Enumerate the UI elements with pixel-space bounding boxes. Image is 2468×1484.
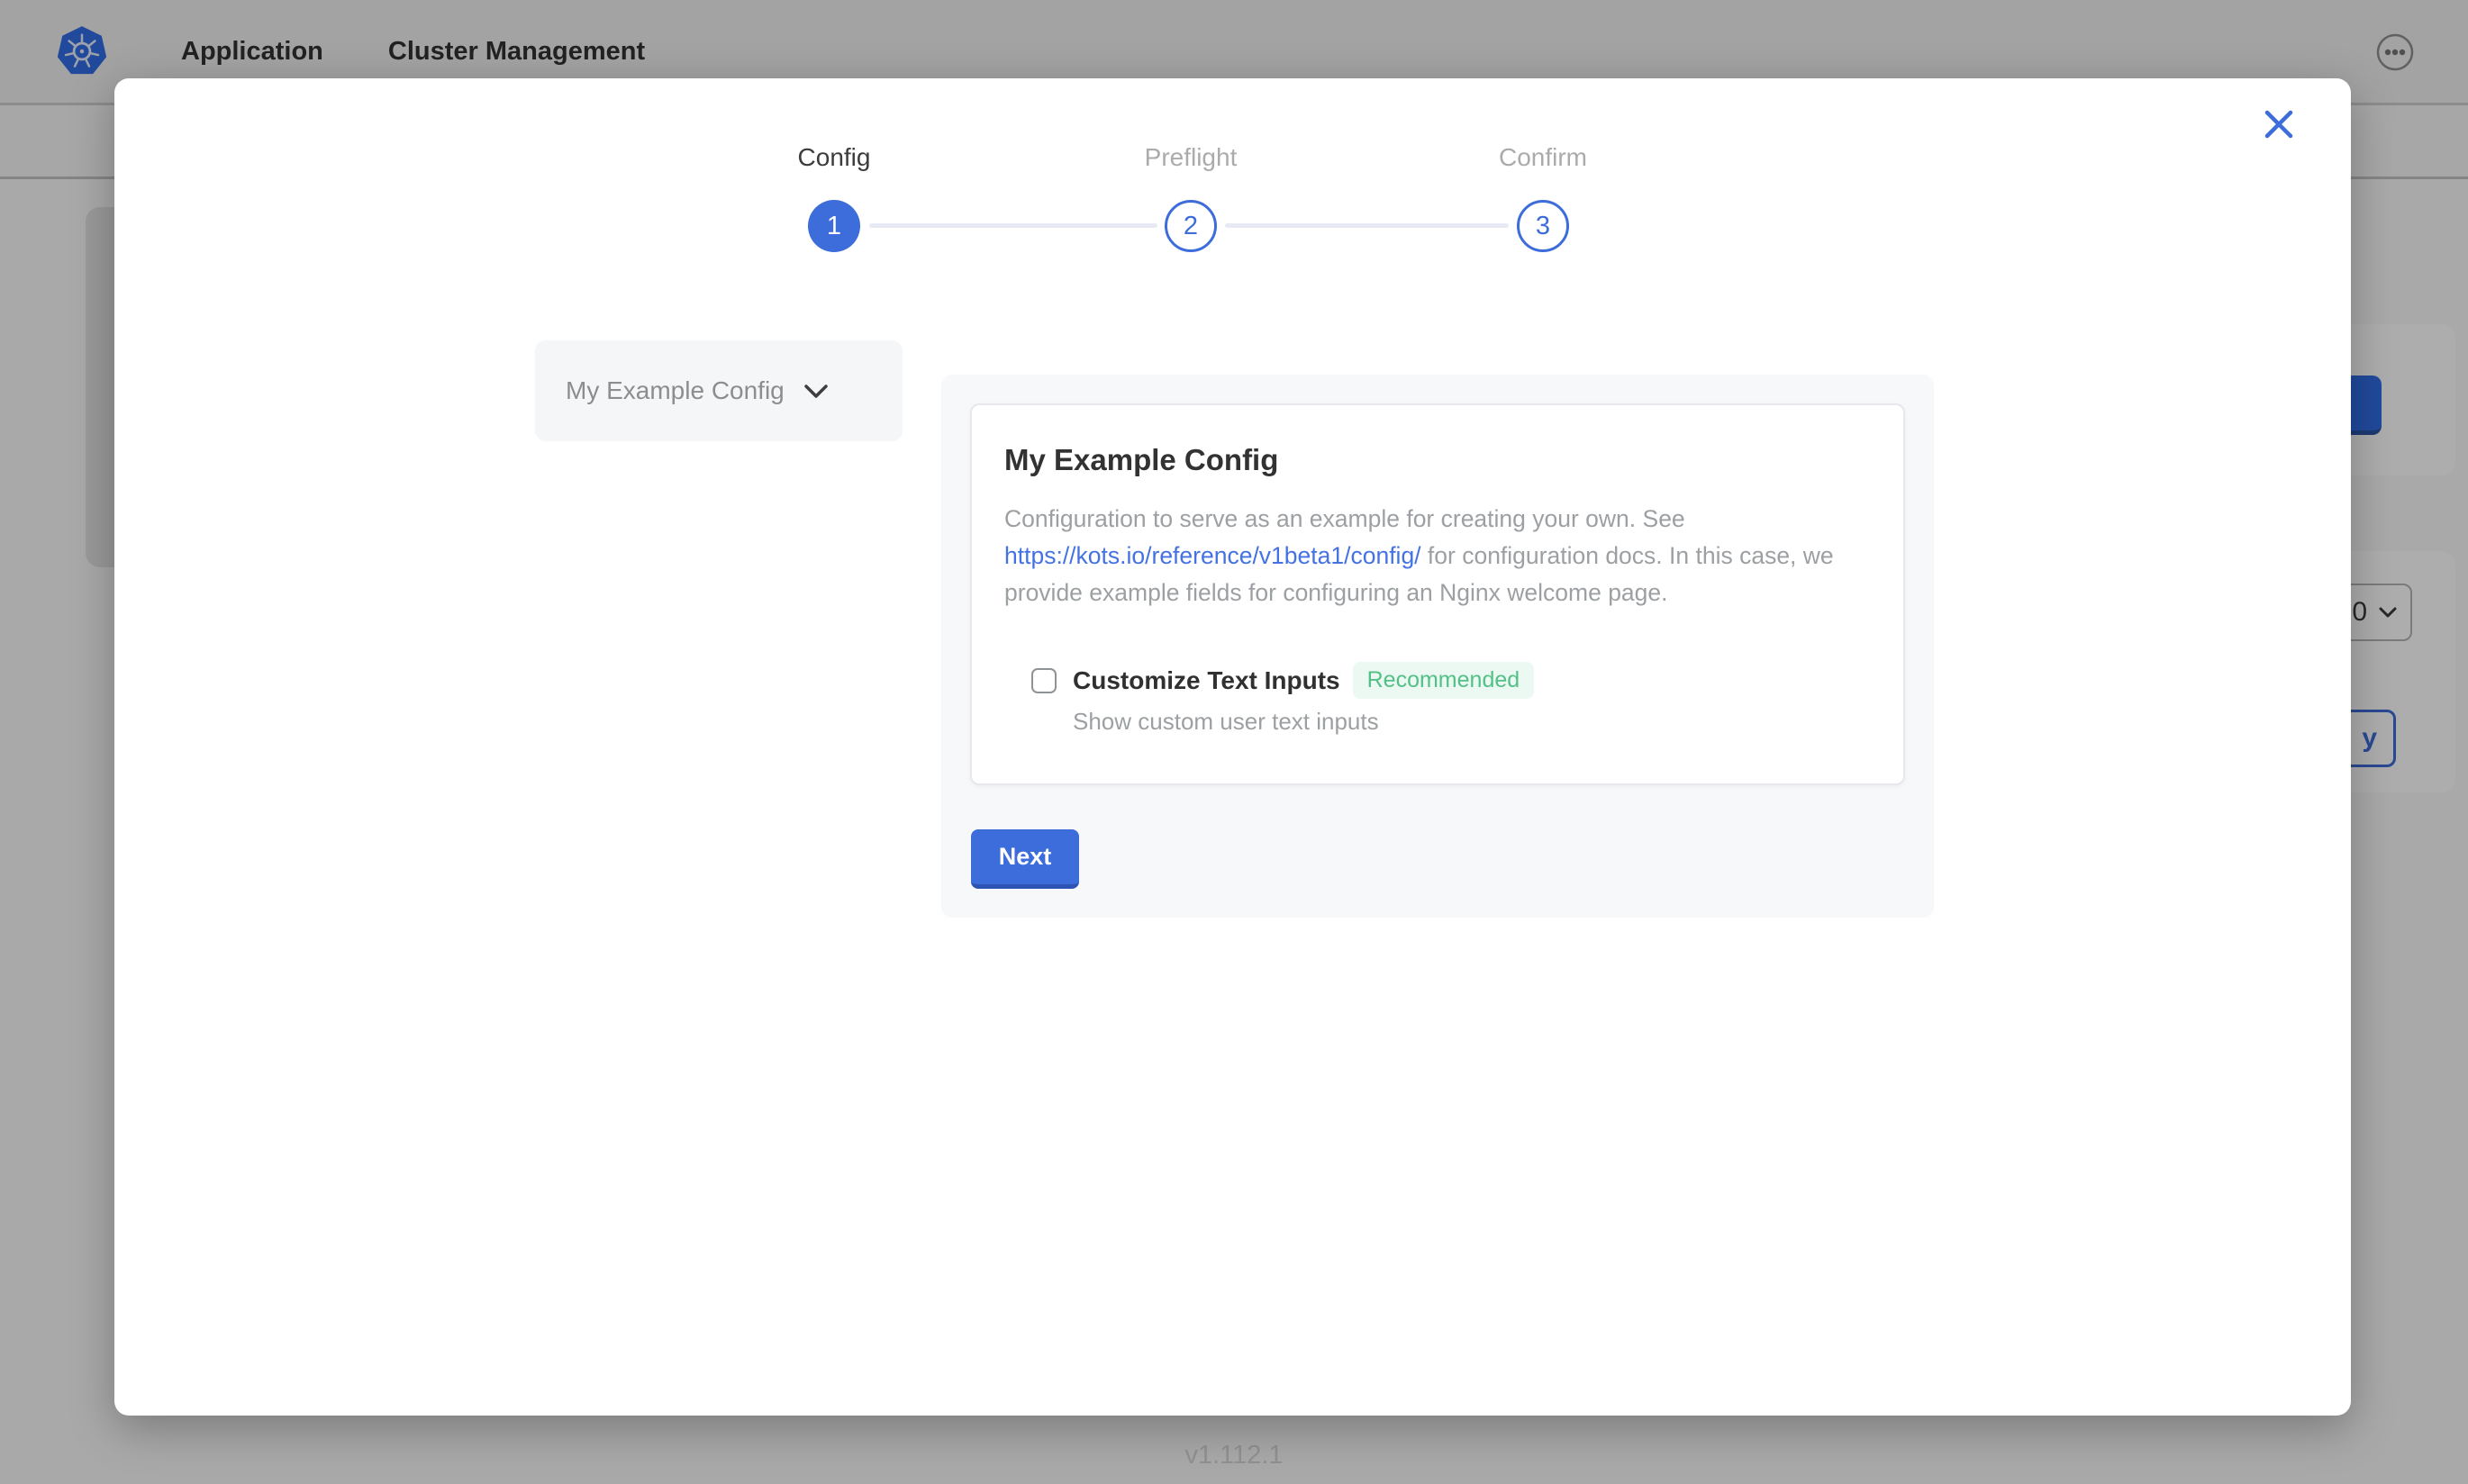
recommended-badge: Recommended [1353, 662, 1535, 699]
step-label-preflight: Preflight [1056, 143, 1326, 172]
config-section-title: My Example Config [1004, 443, 1871, 477]
checkbox-label[interactable]: Customize Text Inputs [1073, 666, 1340, 695]
config-section-description: Configuration to serve as an example for… [1004, 501, 1860, 611]
step-circle-2: 2 [1165, 200, 1217, 252]
step-circle-1: 1 [808, 200, 860, 252]
step-label-confirm: Confirm [1408, 143, 1678, 172]
stepper-connector [1225, 223, 1509, 228]
config-panel: My Example Config Configuration to serve… [941, 375, 1934, 918]
chevron-down-icon [803, 383, 830, 400]
description-text: Configuration to serve as an example for… [1004, 505, 1685, 532]
close-icon[interactable] [2262, 107, 2296, 141]
config-group-dropdown[interactable]: My Example Config [535, 340, 903, 441]
screen: Application Cluster Management 0 y v1.11… [0, 0, 2468, 1484]
step-circle-3: 3 [1517, 200, 1569, 252]
next-button[interactable]: Next [971, 829, 1079, 889]
config-docs-link[interactable]: https://kots.io/reference/v1beta1/config… [1004, 542, 1421, 569]
customize-text-inputs-row: Customize Text Inputs Recommended [1031, 662, 1871, 699]
stepper-connector [869, 223, 1157, 228]
config-wizard-modal: Config Preflight Confirm 1 2 3 My Exampl… [114, 78, 2351, 1416]
customize-text-inputs-checkbox[interactable] [1031, 668, 1057, 693]
config-card: My Example Config Configuration to serve… [970, 403, 1905, 785]
config-group-dropdown-label: My Example Config [566, 376, 785, 405]
checkbox-help-text: Show custom user text inputs [1073, 708, 1871, 736]
step-label-config: Config [699, 143, 969, 172]
